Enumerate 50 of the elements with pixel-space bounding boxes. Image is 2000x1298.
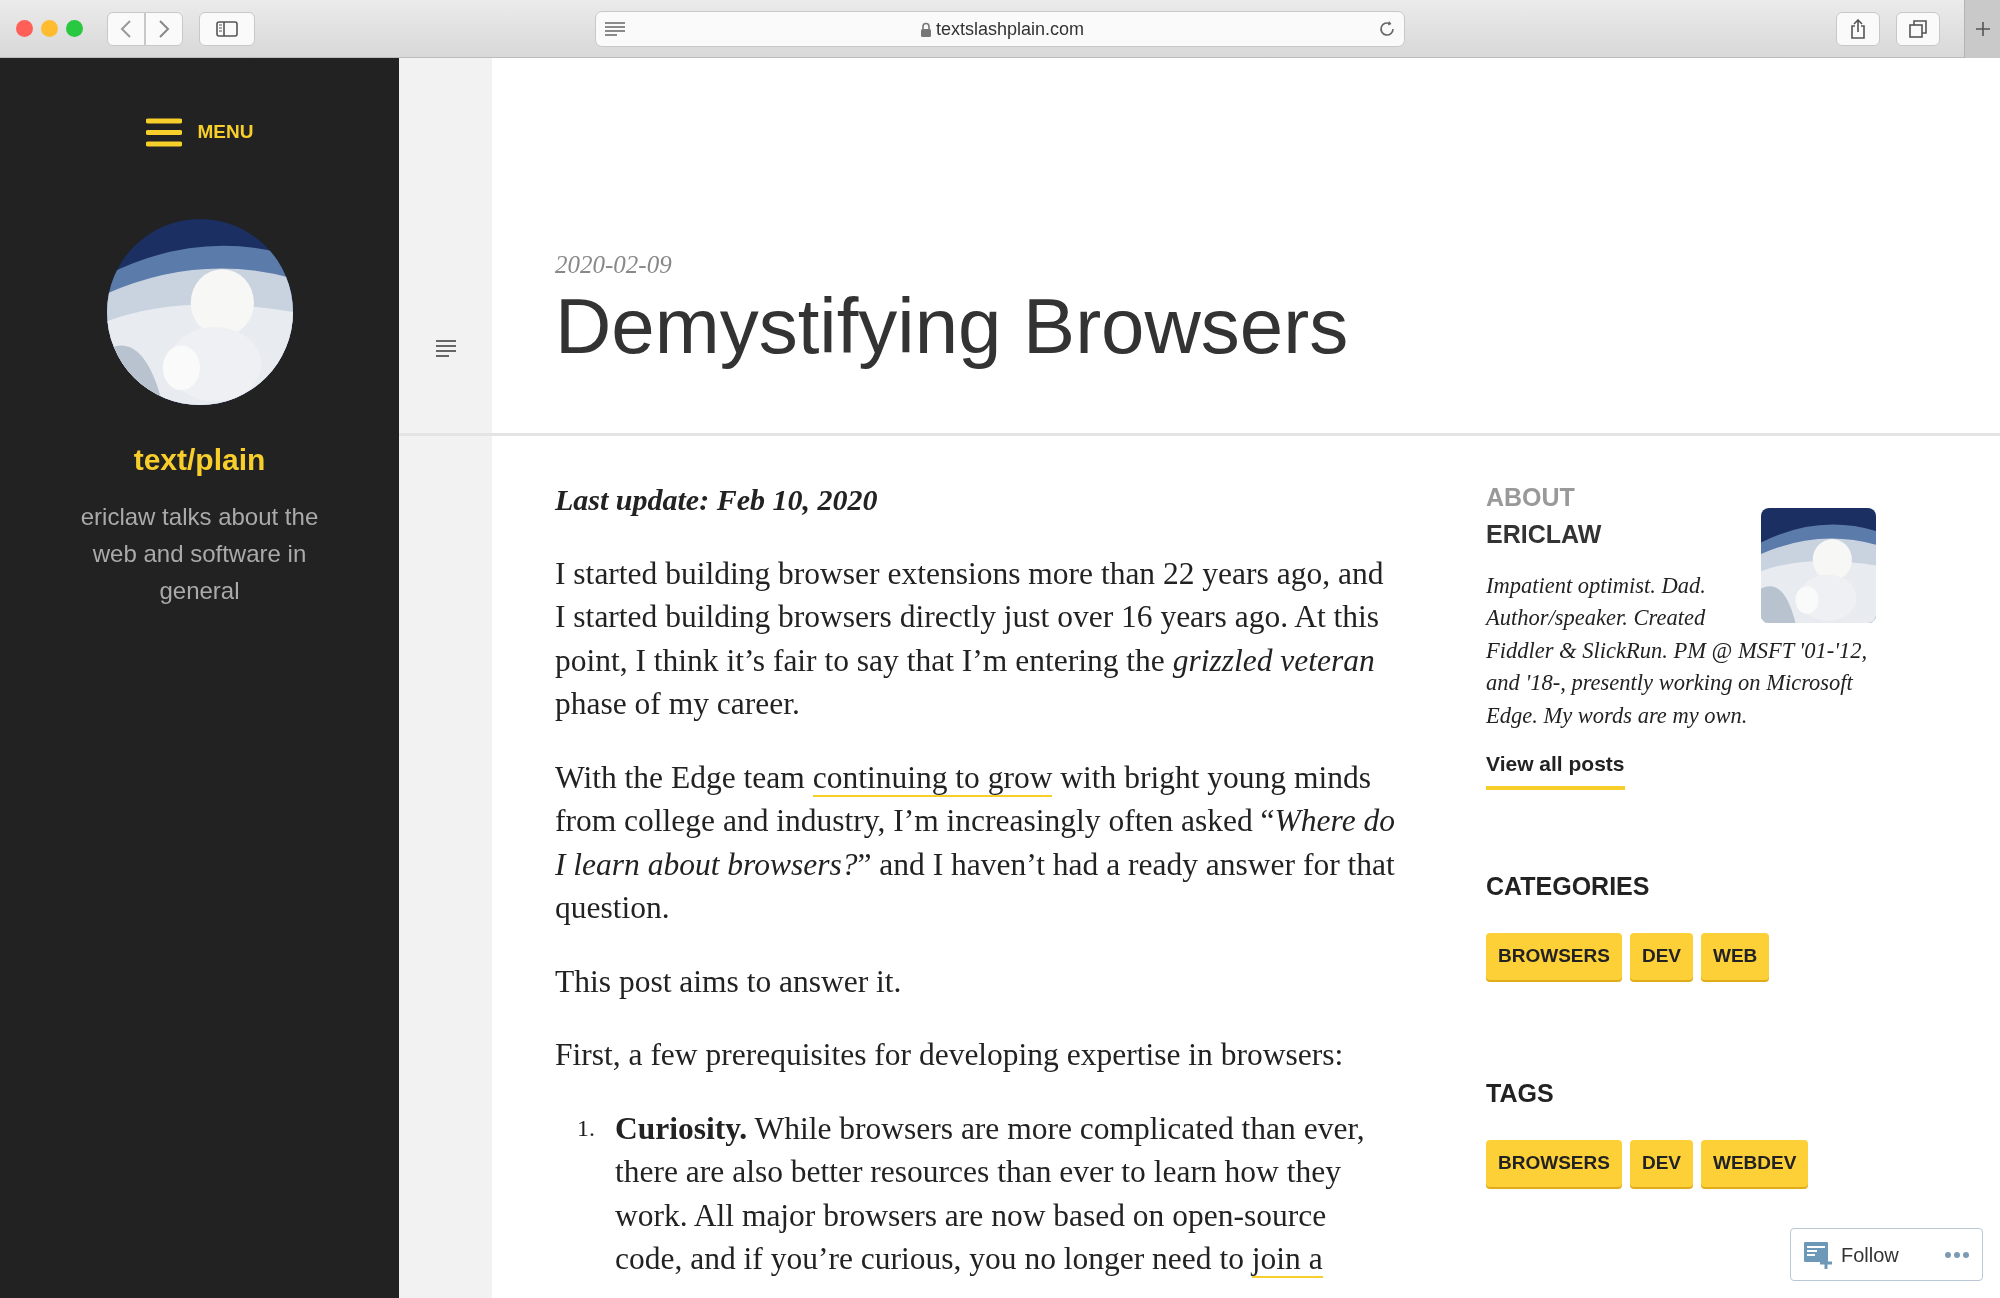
reload-icon[interactable] xyxy=(1378,20,1396,38)
text-link[interactable]: continuing to grow xyxy=(812,759,1053,797)
post-title: Demystifying Browsers xyxy=(555,283,1349,370)
forward-button[interactable] xyxy=(145,11,183,46)
follow-button[interactable]: Follow xyxy=(1841,1239,1899,1270)
address-bar[interactable]: textslashplain.com xyxy=(595,11,1405,47)
last-update-text: Last update: Feb 10, 2020 xyxy=(555,482,879,518)
paragraph: With the Edge team continuing to grow with bright young minds from college and industry, I’m increasingly often asked “Where do I learn about browsers?” and I haven’t had a ready answer for that question. xyxy=(555,758,1396,927)
section-heading: TAGS xyxy=(1486,1077,1555,1109)
author-name: ERICLAW xyxy=(1486,519,1603,550)
menu-icon xyxy=(145,118,182,147)
zoom-icon[interactable] xyxy=(66,20,83,37)
paragraph: I started building browser extensions more than 22 years ago, and I started building browsers directly just over 16 years ago. At this point, I think it’s fair to say that I’m entering the grizzled veteran phase of my career. xyxy=(555,554,1385,723)
about-heading: ABOUT xyxy=(1486,482,1576,512)
text-lines-icon[interactable] xyxy=(434,340,457,357)
tag-chip[interactable]: BROWSERS xyxy=(1486,1140,1622,1187)
category-chip[interactable]: WEB xyxy=(1701,933,1770,980)
section-heading: CATEGORIES xyxy=(1486,870,1651,902)
follow-icon[interactable] xyxy=(1803,1239,1833,1270)
list-item-text: Curiosity. While browsers are more complicated than ever, there are also better resources than ever to learn how they work. All major browsers are now based on open-source code, and if you’re curious, you no longer need to join a xyxy=(615,1109,1366,1280)
tag-chip[interactable]: DEV xyxy=(1629,1140,1693,1187)
site-tagline: ericlaw talks about the web and software in general xyxy=(79,502,320,606)
sidebar-button[interactable] xyxy=(199,11,255,46)
view-posts-link[interactable]: View all posts xyxy=(1486,748,1625,790)
more-icon[interactable] xyxy=(1944,1250,1970,1259)
site-title[interactable]: text/plain xyxy=(133,437,266,482)
category-chip[interactable]: BROWSERS xyxy=(1486,933,1622,980)
forward-icon xyxy=(158,19,170,38)
list-number: 1. xyxy=(576,1113,596,1143)
back-icon xyxy=(120,19,132,38)
close-icon[interactable] xyxy=(16,20,33,37)
back-button[interactable] xyxy=(107,11,145,46)
share-icon xyxy=(1850,18,1866,39)
lock-icon xyxy=(919,21,932,37)
post-date: 2020-02-09 xyxy=(555,250,673,280)
share-button[interactable] xyxy=(1836,11,1880,46)
reader-icon[interactable] xyxy=(604,22,626,36)
paragraph: This post aims to answer it. xyxy=(555,962,903,1001)
tabs-button[interactable] xyxy=(1896,11,1940,46)
category-chip[interactable]: DEV xyxy=(1629,933,1693,980)
url-text: textslashplain.com xyxy=(935,17,1085,41)
new-tab-button[interactable] xyxy=(1964,0,2000,58)
menu-button[interactable]: MENU xyxy=(145,118,254,147)
plus-icon xyxy=(1974,21,1991,37)
tabs-icon xyxy=(1909,19,1927,38)
text-link[interactable]: join a xyxy=(1251,1241,1323,1278)
tag-chip[interactable]: WEBDEV xyxy=(1701,1140,1809,1187)
sidebar-icon xyxy=(216,20,238,37)
paragraph: First, a few prerequisites for developing expertise in browsers: xyxy=(555,1036,1345,1074)
author-bio: Impatient optimist. Dad. Author/speaker. Created Fiddler & SlickRun. PM @ MSFT '01-'12, and '18-, presently working on Microsoft Edge. My words are my own. xyxy=(1486,569,1886,732)
